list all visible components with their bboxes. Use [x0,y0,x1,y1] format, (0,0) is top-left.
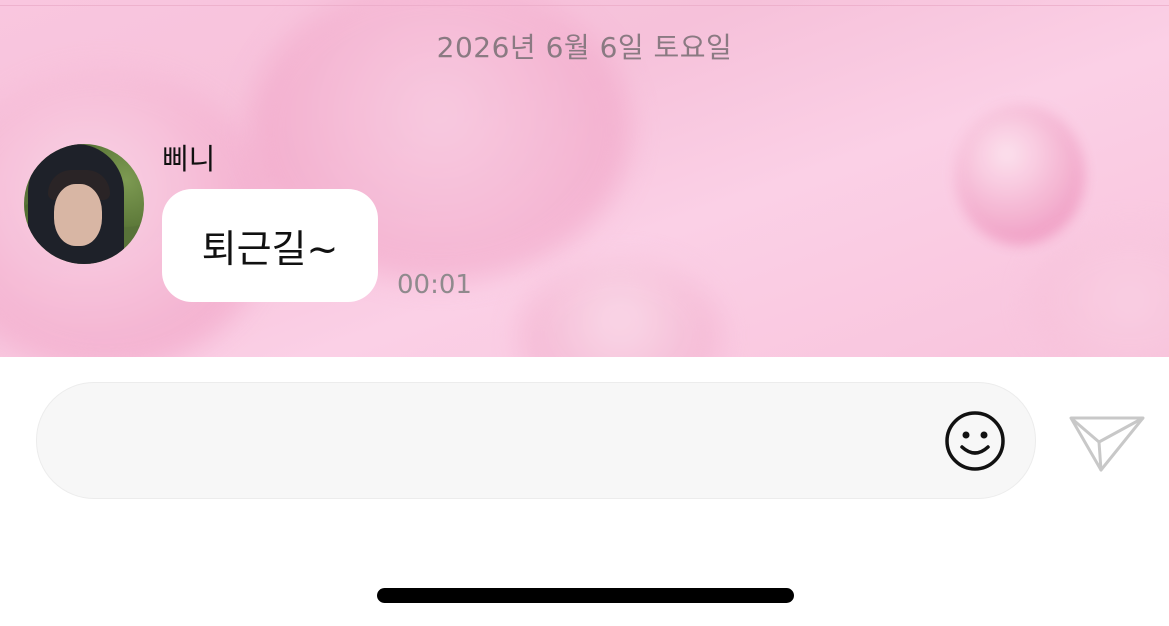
sender-avatar[interactable] [24,144,144,264]
message-timestamp: 00:01 [397,270,472,300]
sender-name: 삐니 [162,142,216,176]
background-heart-decoration [520,260,720,357]
message-bubble[interactable]: 퇴근길~ [162,189,378,302]
home-indicator[interactable] [377,588,794,603]
message-list[interactable]: 2026년 6월 6일 토요일 삐니 퇴근길~ 00:01 [0,0,1169,357]
date-separator: 2026년 6월 6일 토요일 [436,31,733,64]
chat-screen: 2026년 6월 6일 토요일 삐니 퇴근길~ 00:01 [0,0,1169,626]
top-divider [0,5,1169,6]
background-heart-decoration [955,105,1085,245]
paper-plane-icon[interactable] [1067,408,1147,474]
smiley-icon[interactable] [943,409,1007,473]
background-heart-decoration [1030,230,1169,357]
message-text: 퇴근길~ [201,227,339,271]
message-input[interactable] [77,413,941,471]
message-composer[interactable] [36,382,1036,499]
